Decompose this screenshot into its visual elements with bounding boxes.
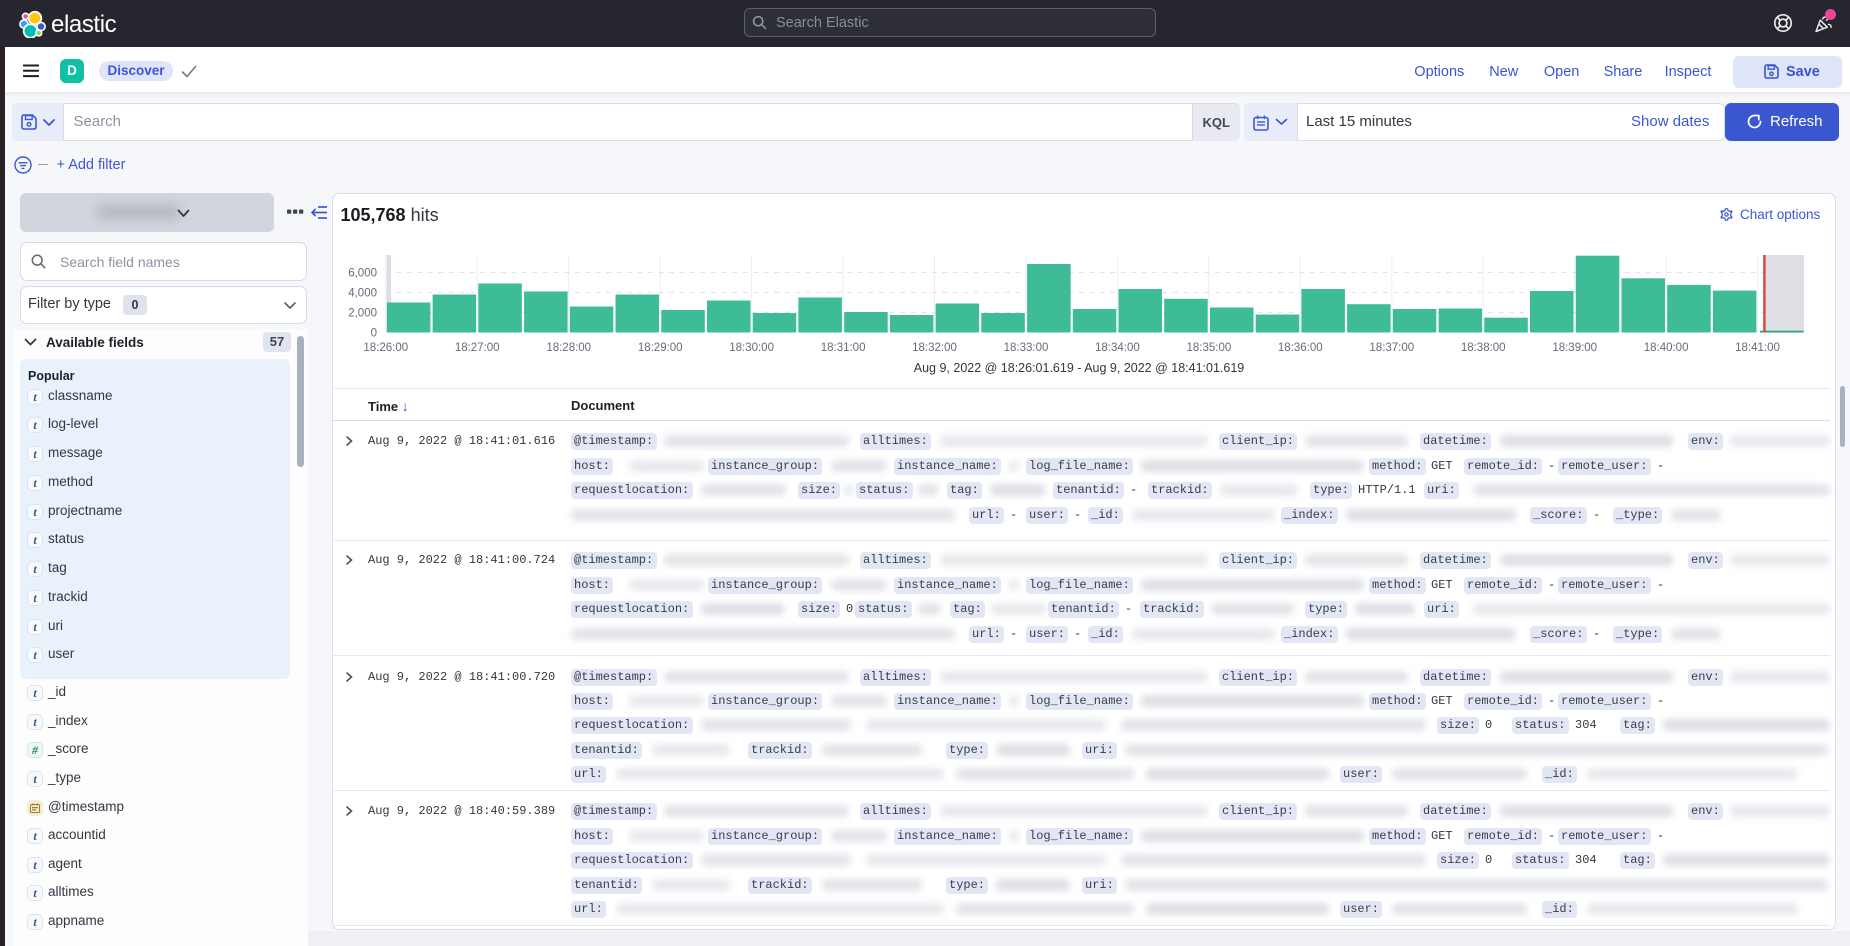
svg-text:18:30:00: 18:30:00 (729, 342, 774, 354)
svg-text:18:39:00: 18:39:00 (1552, 342, 1597, 354)
svg-text:18:29:00: 18:29:00 (638, 342, 683, 354)
svg-text:18:26:00: 18:26:00 (363, 342, 408, 354)
svg-text:4,000: 4,000 (348, 288, 377, 300)
svg-text:18:40:00: 18:40:00 (1644, 342, 1689, 354)
svg-text:18:31:00: 18:31:00 (821, 342, 866, 354)
svg-text:18:28:00: 18:28:00 (546, 342, 591, 354)
svg-text:6,000: 6,000 (348, 268, 377, 280)
svg-text:Aug 9, 2022 @ 18:26:01.619 - A: Aug 9, 2022 @ 18:26:01.619 - Aug 9, 2022… (914, 361, 1245, 375)
svg-text:18:37:00: 18:37:00 (1369, 342, 1414, 354)
svg-text:18:34:00: 18:34:00 (1095, 342, 1140, 354)
svg-text:18:32:00: 18:32:00 (912, 342, 957, 354)
svg-text:18:38:00: 18:38:00 (1461, 342, 1506, 354)
svg-text:2,000: 2,000 (348, 308, 377, 320)
svg-text:18:35:00: 18:35:00 (1187, 342, 1232, 354)
svg-text:18:33:00: 18:33:00 (1004, 342, 1049, 354)
svg-text:18:36:00: 18:36:00 (1278, 342, 1323, 354)
svg-text:18:41:00: 18:41:00 (1735, 342, 1780, 354)
svg-text:0: 0 (371, 328, 377, 340)
svg-text:18:27:00: 18:27:00 (455, 342, 500, 354)
